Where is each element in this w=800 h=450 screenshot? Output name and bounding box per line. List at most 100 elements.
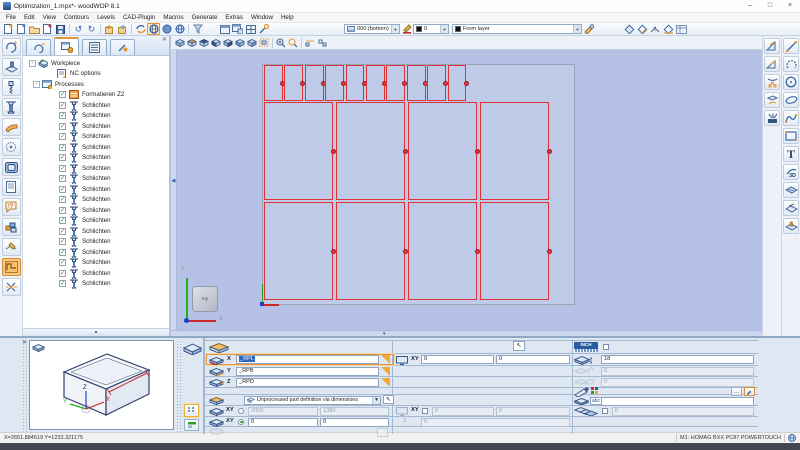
vertical-drill-icon[interactable]: [2, 78, 21, 96]
tree-process-item[interactable]: ✓ Schlichten: [23, 195, 169, 206]
close-button[interactable]: ×: [780, 0, 800, 12]
trim-contour-icon[interactable]: [764, 74, 780, 90]
view-iso-icon[interactable]: [174, 37, 186, 48]
inch-checkbox[interactable]: [603, 344, 609, 350]
menu-item-help[interactable]: Help: [277, 14, 298, 21]
minimize-button[interactable]: –: [740, 0, 760, 12]
position-x-field[interactable]: 0: [421, 355, 494, 364]
dimension-v-icon[interactable]: [764, 56, 780, 72]
preview-3d-panel[interactable]: Z X Y: [29, 340, 174, 430]
tree-process-item[interactable]: ✓ Schlichten: [23, 216, 169, 227]
contour-select-icon[interactable]: [623, 23, 636, 35]
process-checkbox[interactable]: ✓: [59, 238, 66, 245]
tree-process-item[interactable]: ✓ Schlichten: [23, 142, 169, 153]
zoom-fit-icon[interactable]: [287, 37, 299, 48]
toggle-origin-button[interactable]: [184, 419, 199, 431]
generate-icon[interactable]: [134, 23, 147, 35]
size-h-field[interactable]: 1380: [320, 407, 389, 416]
process-checkbox[interactable]: ✓: [59, 259, 66, 266]
dimension-table-icon[interactable]: [675, 23, 688, 35]
tree-process-item[interactable]: ✓ Schlichten: [23, 258, 169, 269]
process-checkbox[interactable]: ✓: [59, 133, 66, 140]
mirror-x-field[interactable]: 0: [432, 407, 494, 416]
view-cube[interactable]: top: [192, 286, 218, 312]
window-grid-icon[interactable]: [244, 23, 257, 35]
special-tools-icon[interactable]: [2, 278, 21, 296]
view-bottom-icon[interactable]: [198, 37, 210, 48]
comment-field[interactable]: [601, 397, 754, 406]
trimming-icon[interactable]: [2, 98, 21, 116]
new-contour-icon[interactable]: [2, 38, 21, 56]
tree-process-item[interactable]: ✓ Schlichten: [23, 174, 169, 185]
new-template-icon[interactable]: [15, 23, 28, 35]
surface-flat-icon[interactable]: [783, 200, 799, 216]
color-more-button[interactable]: …: [731, 387, 742, 396]
origin-icon[interactable]: [316, 37, 328, 48]
window-tools-icon[interactable]: [257, 23, 270, 35]
menu-item-levels[interactable]: Levels: [93, 14, 119, 21]
drawing-viewport[interactable]: Y X top ◀ ▾: [171, 50, 762, 336]
process-checkbox[interactable]: ✓: [59, 186, 66, 193]
contour-trim-icon[interactable]: [649, 23, 662, 35]
line-icon[interactable]: [783, 38, 799, 54]
process-checkbox[interactable]: ✓: [59, 217, 66, 224]
tree-process-item[interactable]: ✓ Schlichten: [23, 184, 169, 195]
pen-color-combo[interactable]: 0 ▾: [413, 24, 449, 34]
process-checkbox[interactable]: ✓: [59, 112, 66, 119]
tree-panel-close-icon[interactable]: ✕: [162, 37, 167, 43]
menu-item-edit[interactable]: Edit: [20, 14, 39, 21]
tree-process-item[interactable]: ✓ Schlichten: [23, 100, 169, 111]
view-world-icon[interactable]: [147, 23, 160, 35]
dim-x-field[interactable]: _RPL: [236, 355, 379, 364]
drilling-icon[interactable]: [2, 58, 21, 76]
z2-field[interactable]: 0: [421, 418, 570, 427]
size-radio[interactable]: [238, 408, 244, 414]
nesting-icon[interactable]: [2, 258, 21, 276]
copy-contour-icon[interactable]: [103, 23, 116, 35]
process-checkbox[interactable]: ✓: [59, 144, 66, 151]
pocket-icon[interactable]: [2, 158, 21, 176]
ellipse-icon[interactable]: [783, 92, 799, 108]
tree-process-item[interactable]: ✓ Schlichten: [23, 268, 169, 279]
surface-rough-icon[interactable]: [783, 182, 799, 198]
filter-icon[interactable]: [191, 23, 204, 35]
zoom-window-icon[interactable]: [258, 37, 270, 48]
menu-item-cad-plugin[interactable]: CAD-Plugin: [119, 14, 159, 21]
tree-item-workpiece[interactable]: - Workpiece: [23, 58, 169, 69]
tree-process-item[interactable]: ✓ Schlichten: [23, 247, 169, 258]
close-3d-panel-icon[interactable]: ✕: [22, 339, 27, 346]
view-right-icon[interactable]: [246, 37, 258, 48]
tree-process-item[interactable]: ✓ Schlichten: [23, 226, 169, 237]
explode-contour-icon[interactable]: [764, 110, 780, 126]
new-variant-icon[interactable]: [41, 23, 54, 35]
view-left-icon[interactable]: [234, 37, 246, 48]
process-checkbox[interactable]: ✓: [59, 207, 66, 214]
thickness-field[interactable]: 18: [601, 355, 754, 364]
window-add-icon[interactable]: [231, 23, 244, 35]
transform-contour-icon[interactable]: [764, 92, 780, 108]
level-combo-arrow[interactable]: ▾: [391, 25, 399, 33]
definition-arrow[interactable]: ▾: [372, 396, 380, 404]
tab-tools[interactable]: [110, 39, 135, 55]
tree-process-item[interactable]: ✓ Formatieren Z2: [23, 90, 169, 101]
mirror-y-field[interactable]: 0: [496, 407, 570, 416]
view-globe-icon[interactable]: [173, 23, 186, 35]
view-shaded-icon[interactable]: [160, 23, 173, 35]
open-file-icon[interactable]: [28, 23, 41, 35]
globe-status-icon[interactable]: [788, 434, 796, 442]
tab-list[interactable]: [82, 39, 107, 55]
process-checkbox[interactable]: ✓: [59, 270, 66, 277]
layer-combo-arrow[interactable]: ▾: [573, 25, 581, 33]
new-file-icon[interactable]: [2, 23, 15, 35]
tree-item-nc-options[interactable]: NC options: [23, 69, 169, 80]
menu-item-window[interactable]: Window: [247, 14, 277, 21]
circular-saw-icon[interactable]: [2, 138, 21, 156]
tree-process-item[interactable]: ✓ Schlichten: [23, 111, 169, 122]
goto-macro-button[interactable]: ↖: [513, 341, 525, 351]
rectangle-icon[interactable]: [783, 128, 799, 144]
tab-contours[interactable]: [26, 39, 51, 55]
tree-process-item[interactable]: ✓ Schlichten: [23, 121, 169, 132]
tree-process-item[interactable]: ✓ Schlichten: [23, 279, 169, 290]
process-checkbox[interactable]: ✓: [59, 175, 66, 182]
layer-pen-icon[interactable]: [582, 23, 595, 35]
